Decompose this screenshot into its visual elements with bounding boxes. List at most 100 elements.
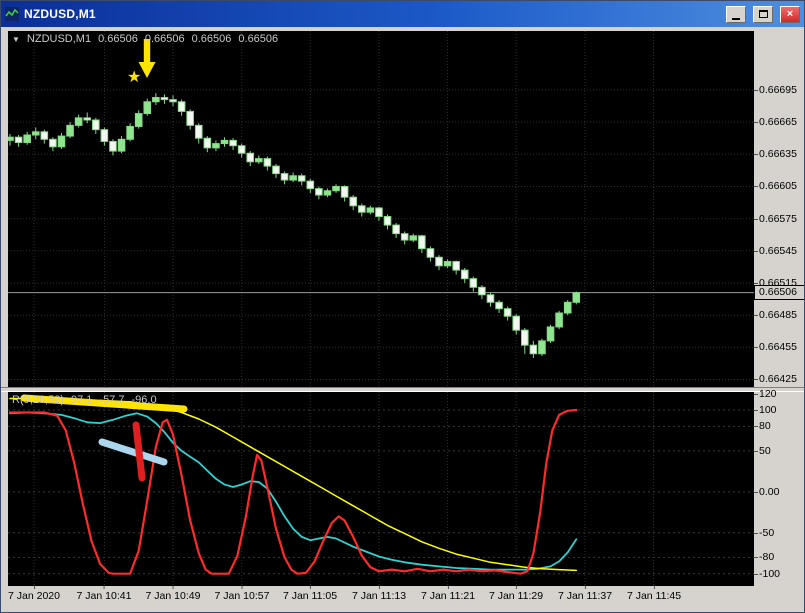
- candle-body: [529, 344, 538, 355]
- maximize-button[interactable]: [753, 5, 773, 23]
- candle-body: [83, 117, 92, 121]
- candle-body: [555, 312, 563, 328]
- candle-body: [194, 124, 203, 139]
- candle-body: [357, 205, 366, 213]
- candle-body: [212, 143, 220, 149]
- candle-body: [203, 137, 212, 149]
- candle-body: [452, 261, 460, 271]
- indicator-axis[interactable]: 120 100 80 50 0.00 -50 -80 -100: [753, 388, 804, 586]
- candle-body: [255, 158, 263, 163]
- indicator-axis-label: 50: [754, 445, 771, 457]
- price-axis[interactable]: 0.66506 0.66695 0.66665 0.66635 0.66605 0.66…: [754, 31, 804, 387]
- indicator-value-2: -57.7: [99, 394, 125, 406]
- close-button[interactable]: ×: [780, 5, 800, 23]
- main-chart-canvas[interactable]: ★: [8, 31, 754, 387]
- time-axis[interactable]: 7 Jan 2020 7 Jan 10:41 7 Jan 10:49 7 Jan 10…: [1, 586, 804, 608]
- main-chart-pane[interactable]: ★ ▼ NZDUSD,M1 0.66506 0.66506 0.66506 0.…: [8, 31, 754, 387]
- indicator-axis-label: 120: [754, 388, 777, 400]
- candle-body: [512, 315, 521, 331]
- candle-body: [117, 138, 126, 152]
- yellow-line: [9, 397, 578, 572]
- candle-body: [349, 196, 357, 207]
- price-axis-label: 0.66695: [754, 84, 797, 96]
- candle-body: [49, 138, 57, 148]
- candle-body: [152, 96, 160, 103]
- candle-body: [572, 292, 581, 303]
- candle-body: [383, 216, 392, 226]
- price-axis-label: 0.66605: [754, 180, 797, 192]
- time-axis-label: 7 Jan 10:49: [145, 586, 201, 602]
- candle-body: [375, 207, 383, 218]
- candle-body: [563, 301, 572, 314]
- candle-body: [435, 256, 443, 267]
- price-axis-label: 0.66545: [754, 245, 797, 257]
- chart-window: NZDUSD,M1 × ★ ▼ NZDUSD,M1 0.66506 0.6650…: [0, 0, 805, 613]
- aqua-line: [9, 411, 578, 571]
- indicator-pane[interactable]: R(9,26,52) 97.1 -57.7 -96.0: [8, 392, 754, 586]
- dropdown-icon[interactable]: ▼: [12, 35, 20, 44]
- candle-body: [92, 119, 100, 131]
- candle-body: [134, 113, 143, 127]
- candle-body: [469, 278, 478, 288]
- minimize-button[interactable]: [726, 5, 746, 23]
- candle-body: [169, 99, 177, 103]
- red-mark-annotation[interactable]: [132, 421, 146, 482]
- current-price-tag: 0.66506: [754, 285, 804, 300]
- symbol-ohlc-label: ▼ NZDUSD,M1 0.66506 0.66506 0.66506 0.66…: [12, 33, 278, 45]
- high-value: 0.66506: [144, 33, 185, 45]
- candle-body: [246, 152, 255, 163]
- price-axis-label: 0.66455: [754, 341, 797, 353]
- low-value: 0.66506: [191, 33, 232, 45]
- indicator-canvas[interactable]: [8, 392, 754, 586]
- candle-body: [323, 190, 332, 196]
- maximize-icon: [758, 10, 768, 18]
- window-title: NZDUSD,M1: [24, 7, 96, 21]
- candle-body: [546, 326, 555, 342]
- indicator-value-3: -96.0: [131, 394, 157, 406]
- candle-body: [340, 185, 349, 198]
- candle-body: [8, 136, 14, 141]
- candle-body: [40, 131, 49, 140]
- time-axis-label: 7 Jan 11:13: [351, 586, 407, 602]
- candle-body: [392, 224, 400, 235]
- candle-body: [426, 248, 435, 258]
- candle-body: [521, 329, 529, 346]
- candle-body: [272, 165, 280, 175]
- candle-body: [229, 139, 237, 147]
- candle-body: [478, 286, 486, 296]
- candle-body: [280, 173, 289, 181]
- current-price-value: 0.66506: [759, 286, 797, 298]
- indicator-axis-label: 100: [754, 404, 777, 416]
- candle-body: [100, 129, 109, 142]
- window-chart-icon[interactable]: [5, 7, 19, 21]
- yellow-star-annotation[interactable]: ★: [127, 69, 141, 86]
- close-value: 0.66506: [238, 33, 279, 45]
- candle-body: [503, 308, 512, 317]
- price-axis-label: 0.66575: [754, 213, 797, 225]
- time-axis-label: 7 Jan 10:57: [214, 586, 270, 602]
- candlestick-series[interactable]: [8, 93, 581, 358]
- candle-body: [400, 233, 409, 241]
- candle-body: [486, 294, 495, 303]
- time-axis-label: 7 Jan 11:21: [420, 586, 476, 602]
- candle-body: [409, 235, 418, 241]
- candle-body: [538, 340, 546, 355]
- candle-body: [126, 125, 134, 140]
- candle-body: [495, 301, 503, 310]
- open-value: 0.66506: [98, 33, 138, 45]
- title-bar[interactable]: NZDUSD,M1 ×: [1, 1, 804, 27]
- candle-body: [74, 117, 83, 126]
- indicator-axis-label: 0.00: [753, 486, 780, 498]
- indicator-value-1: 97.1: [70, 394, 93, 406]
- time-axis-label: 7 Jan 10:41: [76, 586, 132, 602]
- time-axis-label: 7 Jan 2020: [8, 586, 60, 602]
- indicator-label: R(9,26,52) 97.1 -57.7 -96.0: [12, 394, 157, 406]
- indicator-axis-label: -50: [753, 527, 775, 539]
- close-icon: ×: [786, 8, 794, 20]
- indicator-axis-label: -80: [753, 551, 775, 563]
- candle-body: [315, 188, 323, 196]
- candle-body: [220, 139, 229, 145]
- price-axis-label: 0.66665: [754, 116, 797, 128]
- indicator-axis-label: 80: [754, 420, 771, 432]
- candle-body: [23, 134, 31, 144]
